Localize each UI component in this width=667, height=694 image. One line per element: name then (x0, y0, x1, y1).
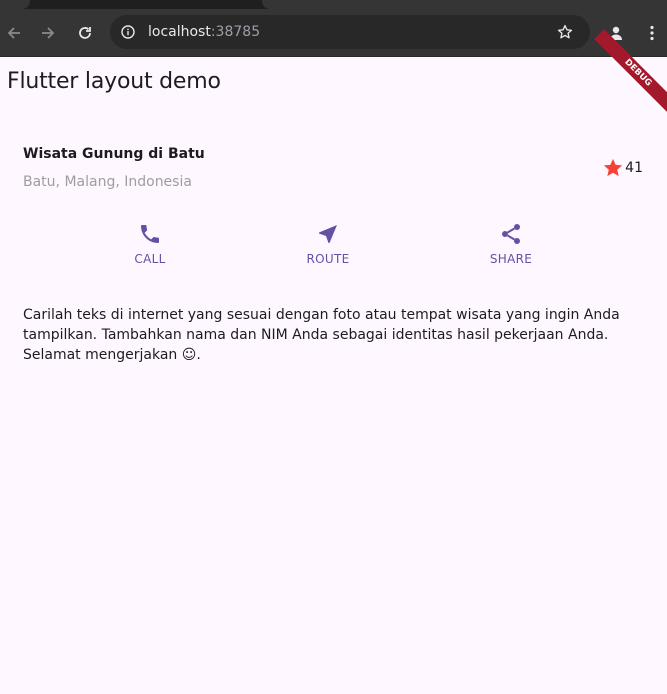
star-icon (604, 158, 623, 177)
call-label: CALL (134, 252, 166, 266)
description-text: Carilah teks di internet yang sesuai den… (23, 307, 620, 363)
back-button[interactable] (0, 9, 30, 56)
navigation-icon (319, 225, 337, 243)
browser-tab[interactable] (0, 0, 30, 9)
browser-toolbar: localhost:38785 (0, 9, 667, 57)
title-section: Wisata Gunung di Batu Batu, Malang, Indo… (23, 146, 643, 192)
forward-button[interactable] (32, 9, 64, 56)
url-host: localhost (148, 24, 211, 40)
share-label: SHARE (489, 252, 533, 266)
back-arrow-icon (7, 26, 20, 39)
menu-button[interactable] (636, 9, 667, 56)
tab-strip (0, 0, 667, 9)
rating-count: 41 (625, 160, 643, 176)
location-name: Wisata Gunung di Batu (23, 146, 205, 162)
call-button[interactable]: CALL (110, 222, 190, 266)
kebab-menu-icon (650, 25, 654, 40)
share-icon (502, 224, 520, 244)
browser-tab[interactable] (262, 0, 667, 9)
route-label: ROUTE (306, 252, 350, 266)
share-button[interactable]: SHARE (471, 222, 551, 266)
page-title: Flutter layout demo (7, 69, 221, 94)
forward-arrow-icon (42, 26, 55, 39)
address-bar[interactable]: localhost:38785 (110, 15, 590, 49)
url-port: :38785 (210, 24, 261, 40)
info-icon[interactable] (121, 25, 135, 39)
phone-icon (141, 225, 159, 243)
rating: 41 (602, 157, 643, 179)
location-subtitle: Batu, Malang, Indonesia (23, 174, 192, 190)
url-text: localhost:38785 (148, 15, 260, 49)
bookmark-star-icon[interactable] (556, 23, 574, 41)
reload-button[interactable] (69, 9, 101, 56)
reload-icon (79, 26, 91, 39)
route-button[interactable]: ROUTE (288, 222, 368, 266)
